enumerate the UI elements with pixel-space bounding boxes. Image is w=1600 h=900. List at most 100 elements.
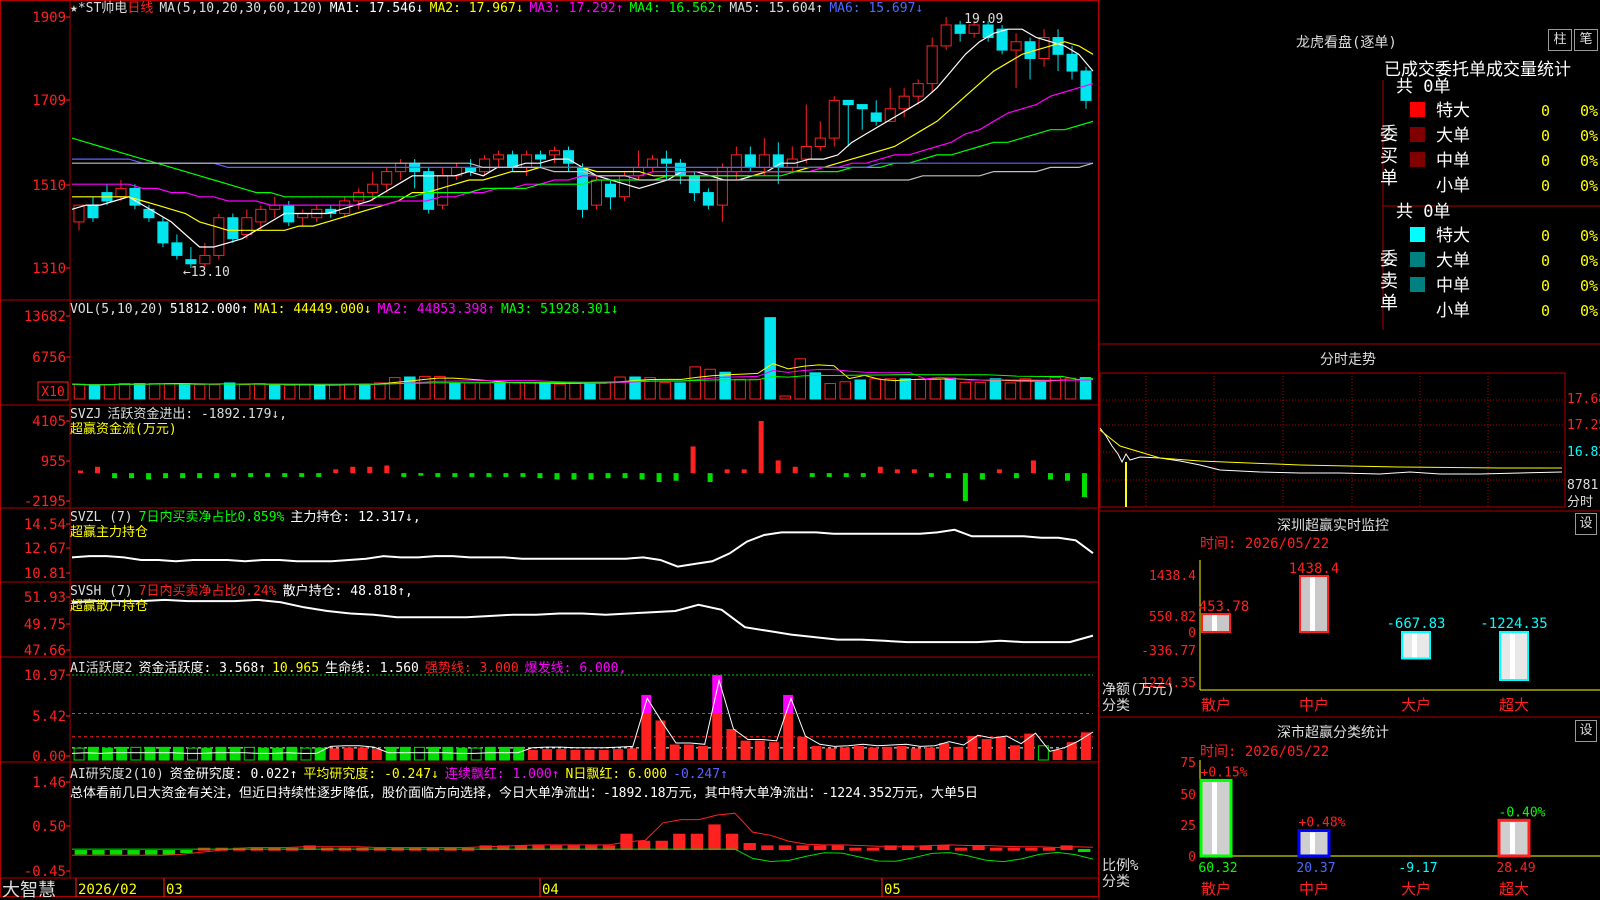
candle-body bbox=[521, 154, 533, 168]
svsh-subtitle: 超赢散户持仓 bbox=[70, 599, 149, 614]
volume-bar bbox=[944, 377, 957, 400]
capital-flow-bar bbox=[418, 473, 424, 476]
capital-flow-bar bbox=[741, 469, 747, 474]
svzl-tick-label: 12.67 bbox=[24, 541, 66, 557]
capital-flow-bar bbox=[588, 473, 594, 480]
candle-body bbox=[940, 24, 952, 47]
capital-flow-bar bbox=[843, 473, 849, 477]
candle-body bbox=[255, 208, 267, 223]
capital-flow-bar bbox=[707, 473, 713, 483]
activity-bar bbox=[669, 744, 680, 760]
sh-settings-button[interactable]: 设 bbox=[1575, 720, 1597, 742]
candle-body bbox=[381, 171, 393, 185]
sz-y-tick: 0 bbox=[1188, 626, 1196, 641]
bar-mode-button[interactable]: 柱 bbox=[1548, 29, 1572, 51]
capital-flow-bar bbox=[860, 473, 866, 477]
activity-bar bbox=[698, 746, 708, 760]
capital-flow-bar bbox=[758, 421, 764, 474]
research-bar bbox=[162, 850, 175, 855]
buy-row-value: 0 bbox=[1541, 102, 1550, 120]
time-label: 03 bbox=[166, 882, 183, 898]
activity-bar bbox=[584, 749, 595, 760]
research-bar bbox=[725, 833, 739, 851]
candle-body bbox=[716, 166, 728, 206]
sz-value-label: 453.78 bbox=[1199, 599, 1250, 615]
ai1-tick-label: 10.97 bbox=[24, 668, 66, 684]
activity-bar bbox=[172, 746, 184, 761]
tick-mode-button[interactable]: 笔 bbox=[1574, 29, 1598, 51]
ai2-avg: 平均研究度: -0.247↓ bbox=[303, 767, 439, 782]
sz-value-label: -667.83 bbox=[1386, 616, 1445, 632]
activity-bar bbox=[542, 749, 553, 760]
svzl-ratio: 7日内买卖净占比0.859% bbox=[138, 510, 285, 525]
candle-body bbox=[437, 175, 449, 206]
sell-row-value: 0 bbox=[1541, 252, 1550, 270]
activity-bar bbox=[470, 747, 482, 761]
volume-bar bbox=[659, 381, 671, 400]
volume-bar bbox=[359, 383, 371, 400]
volume-bar bbox=[914, 378, 927, 400]
period-label[interactable]: 日线 bbox=[127, 1, 153, 16]
svzj-tick-label: 955 bbox=[41, 454, 66, 470]
buy-row-name: 大单 bbox=[1436, 126, 1470, 146]
activity-bar bbox=[229, 746, 241, 761]
sz-bar-highlight bbox=[1510, 633, 1515, 679]
buy-row-value: 0 bbox=[1541, 152, 1550, 170]
ma5-value: MA5: 15.604↑ bbox=[729, 1, 824, 16]
ai2-value5: -0.247↑ bbox=[673, 767, 728, 782]
sz-settings-button[interactable]: 设 bbox=[1575, 513, 1597, 535]
candle-body bbox=[1052, 37, 1064, 55]
svsh-name: SVSH (7) bbox=[70, 584, 133, 599]
intraday-tick: 17.25 bbox=[1567, 418, 1600, 433]
volume-bar bbox=[719, 371, 731, 400]
buy-row-value: 0 bbox=[1541, 127, 1550, 145]
buy-row-pct: 0% bbox=[1580, 177, 1598, 195]
volume-bar bbox=[313, 384, 326, 400]
tab-orders[interactable]: 委托单 bbox=[1435, 60, 1486, 80]
ai1-burst-line: 爆发线: 6.000, bbox=[524, 661, 627, 676]
activity-burst-bar bbox=[712, 675, 723, 714]
ai1-value2: 10.965 bbox=[272, 661, 320, 676]
candle-body bbox=[744, 154, 756, 168]
volume-bar bbox=[554, 383, 566, 400]
volume-bar bbox=[584, 382, 596, 400]
capital-flow-bar bbox=[792, 466, 798, 474]
sz-value-label: 1438.4 bbox=[1289, 561, 1340, 577]
time-label: 05 bbox=[884, 882, 901, 898]
sz-category-label: 中户 bbox=[1299, 696, 1329, 714]
vol-unit-label: X10 bbox=[41, 385, 64, 400]
activity-line bbox=[71, 678, 1094, 754]
activity-bar bbox=[825, 748, 836, 760]
candle-body bbox=[856, 104, 868, 110]
activity-bar bbox=[527, 749, 538, 760]
candle-body bbox=[213, 217, 225, 256]
activity-bar bbox=[839, 747, 850, 760]
research-bar bbox=[990, 847, 1003, 851]
volume-bar bbox=[73, 383, 86, 400]
sell-side-label: 委 bbox=[1380, 249, 1398, 270]
buy-color-swatch bbox=[1410, 102, 1425, 117]
ma1-value: MA1: 17.546↓ bbox=[329, 1, 424, 16]
price-tick-label: 1310 bbox=[32, 261, 66, 277]
stock-chart-canvas[interactable]: 1909 1709 1510 1310 13682 6756 X10 4105 955 -2195… bbox=[0, 0, 1600, 900]
volume-bar bbox=[238, 384, 251, 400]
candle-body bbox=[157, 221, 169, 244]
svzl-tick-label: 14.54 bbox=[24, 517, 66, 533]
tab-filled[interactable]: 已成交 bbox=[1384, 60, 1435, 80]
tab-volume-stats[interactable]: 成交量统计 bbox=[1486, 60, 1571, 80]
volume-bar bbox=[539, 383, 551, 400]
time-label: 2026/02 bbox=[78, 882, 137, 898]
research-bar bbox=[673, 833, 686, 851]
capital-flow-bar bbox=[826, 473, 832, 477]
svzl-subtitle: 超赢主力持仓 bbox=[70, 525, 149, 540]
activity-bar bbox=[187, 747, 198, 761]
candle-body bbox=[828, 99, 840, 139]
volume-bar bbox=[779, 395, 791, 400]
capital-flow-bar bbox=[996, 469, 1002, 474]
capital-flow-bar bbox=[384, 465, 390, 474]
activity-bar bbox=[627, 748, 638, 760]
volume-bar bbox=[599, 382, 611, 400]
research-bar bbox=[180, 850, 193, 854]
capital-flow-bar bbox=[724, 469, 730, 474]
capital-flow-bar bbox=[520, 473, 526, 477]
